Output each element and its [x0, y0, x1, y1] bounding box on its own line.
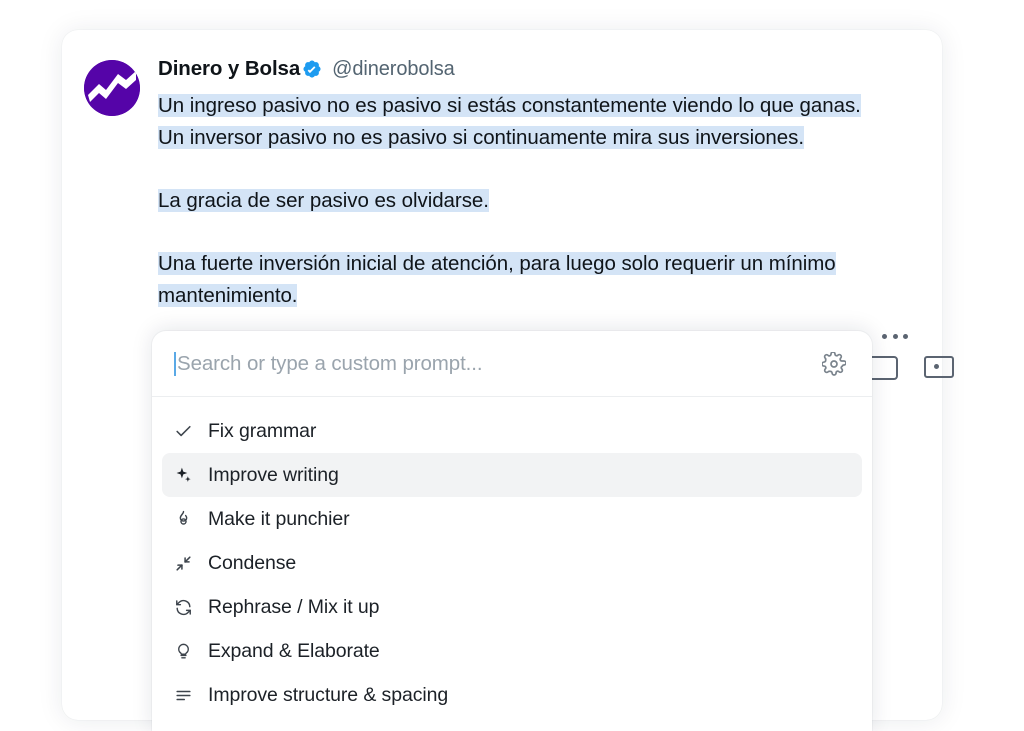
tweet-line-2: Un inversor pasivo no es pasivo si conti… [158, 126, 804, 149]
menu-item-condense[interactable]: Condense [162, 541, 862, 585]
chart-zigzag-avatar-icon[interactable] [84, 60, 140, 116]
menu-item-label: Improve structure & spacing [208, 683, 449, 706]
check-icon [174, 422, 200, 441]
list-lines-icon [174, 686, 200, 705]
refresh-icon [174, 598, 200, 617]
tweet-line-1: Un ingreso pasivo no es pasivo si estás … [158, 94, 861, 117]
tag-icon[interactable] [924, 356, 954, 378]
verified-badge-icon [302, 59, 322, 79]
tweet-line-4: Una fuerte inversión inicial de atención… [158, 252, 836, 307]
dot-3 [903, 334, 908, 339]
menu-item-improve-structure-spacing[interactable]: Improve structure & spacing [162, 673, 862, 717]
tweet-text: Un ingreso pasivo no es pasivo si estás … [158, 90, 924, 312]
tweet-line-3: La gracia de ser pasivo es olvidarse. [158, 189, 489, 212]
tweet-author-row: Dinero y Bolsa @dinerobolsa [158, 56, 924, 82]
tweet-paragraph-3: La gracia de ser pasivo es olvidarse. [158, 185, 924, 217]
dot-marker-icon [934, 364, 939, 369]
gear-icon[interactable] [820, 350, 848, 378]
menu-item-label: Improve writing [208, 463, 339, 486]
prompt-popup: Fix grammar Improve writing [152, 331, 872, 731]
tweet-paragraph-2: Un inversor pasivo no es pasivo si conti… [158, 122, 924, 154]
author-handle[interactable]: @dinerobolsa [332, 59, 455, 79]
tweet-content: Dinero y Bolsa @dinerobolsa Un ingreso p… [84, 56, 924, 312]
menu-item-label: Fix grammar [208, 419, 317, 442]
menu-item-make-it-punchier[interactable]: Make it punchier [162, 497, 862, 541]
tweet-body: Dinero y Bolsa @dinerobolsa Un ingreso p… [158, 56, 924, 312]
more-horizontal-icon[interactable] [882, 334, 908, 339]
flame-icon [174, 510, 200, 529]
author-display-name: Dinero y Bolsa [158, 56, 301, 80]
tweet-header: Dinero y Bolsa @dinerobolsa Un ingreso p… [84, 56, 924, 312]
menu-item-fix-grammar[interactable]: Fix grammar [162, 409, 862, 453]
tweet-paragraph-4: Una fuerte inversión inicial de atención… [158, 248, 924, 312]
menu-item-label: Expand & Elaborate [208, 639, 380, 662]
menu-item-rephrase-mix-it-up[interactable]: Rephrase / Mix it up [162, 585, 862, 629]
menu-item-label: Condense [208, 551, 297, 574]
sparkles-icon [174, 466, 200, 485]
dot-2 [892, 334, 898, 339]
menu-item-expand-elaborate[interactable]: Expand & Elaborate [162, 629, 862, 673]
prompt-menu-list: Fix grammar Improve writing Make it punc… [152, 397, 872, 717]
tweet-paragraph-1: Un ingreso pasivo no es pasivo si estás … [158, 90, 924, 122]
search-input[interactable] [177, 351, 820, 376]
menu-item-label: Rephrase / Mix it up [208, 595, 380, 618]
prompt-search-bar [152, 331, 872, 397]
menu-item-improve-writing[interactable]: Improve writing [162, 453, 862, 497]
app-root: Dinero y Bolsa @dinerobolsa Un ingreso p… [0, 0, 1024, 731]
paragraph-spacer-2 [158, 217, 924, 248]
text-caret [174, 351, 176, 376]
compress-icon [174, 554, 200, 573]
dot-1 [882, 334, 887, 339]
lightbulb-icon [174, 642, 200, 661]
menu-item-label: Make it punchier [208, 507, 350, 530]
